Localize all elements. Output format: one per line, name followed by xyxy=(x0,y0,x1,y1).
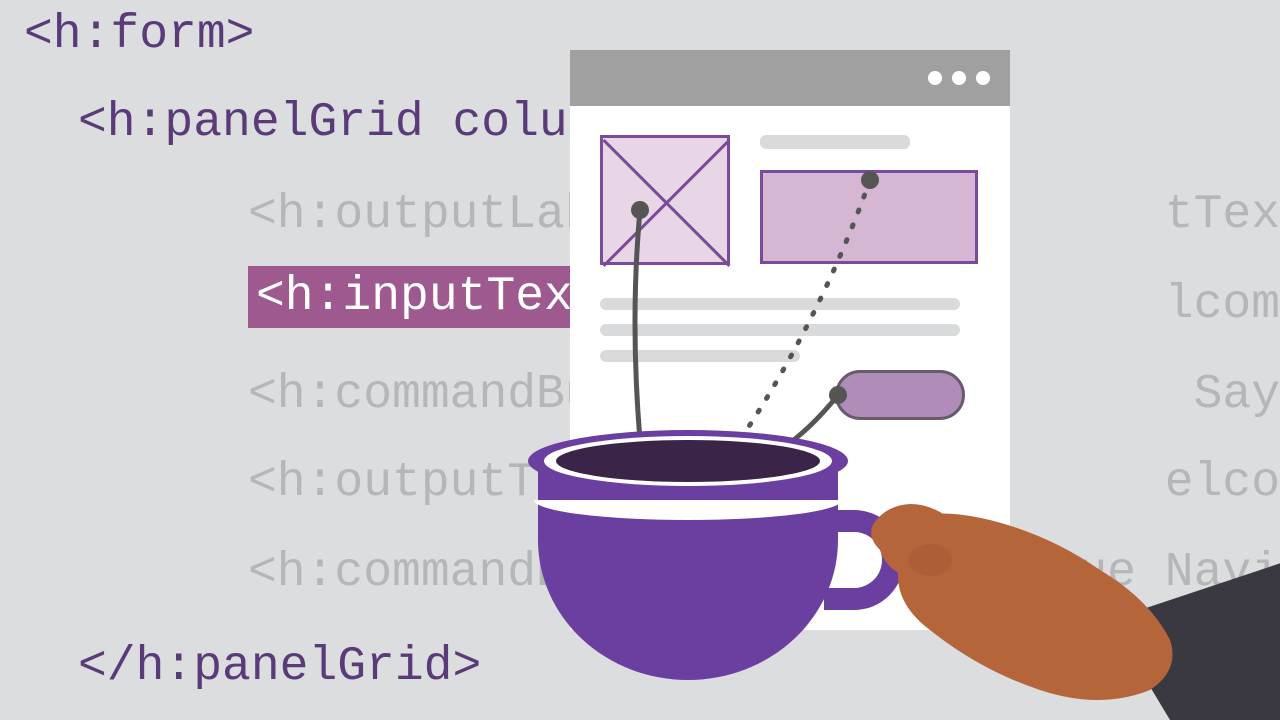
window-dot-icon xyxy=(976,71,990,85)
code-line-panelgrid-close: </h:panelGrid> xyxy=(78,640,481,694)
code-fragment-right-1: tTex xyxy=(1165,188,1280,242)
window-dot-icon xyxy=(952,71,966,85)
wireframe-text-line xyxy=(600,324,960,336)
code-line-commandbutton1: <h:commandBu xyxy=(248,368,594,422)
java-coffee-cup xyxy=(514,430,864,710)
wireframe-text-line xyxy=(600,350,800,362)
wireframe-image-placeholder xyxy=(600,135,730,265)
code-line-outputlabel: <h:outputLab xyxy=(248,188,594,242)
code-fragment-right-2: lcom xyxy=(1165,278,1280,332)
code-line-panelgrid: <h:panelGrid column xyxy=(78,96,625,150)
browser-titlebar xyxy=(570,50,1010,106)
code-line-inputtext-highlight: <h:inputText xyxy=(248,270,610,324)
window-dot-icon xyxy=(928,71,942,85)
wireframe-button-pill xyxy=(835,370,965,420)
code-line-form-open: <h:form> xyxy=(24,8,254,62)
wireframe-text-line xyxy=(760,135,910,149)
hand-holding-cup-icon xyxy=(870,500,1280,720)
wireframe-input-box xyxy=(760,170,978,264)
wireframe-text-line xyxy=(600,298,960,310)
code-fragment-right-3: Say xyxy=(1194,368,1280,422)
